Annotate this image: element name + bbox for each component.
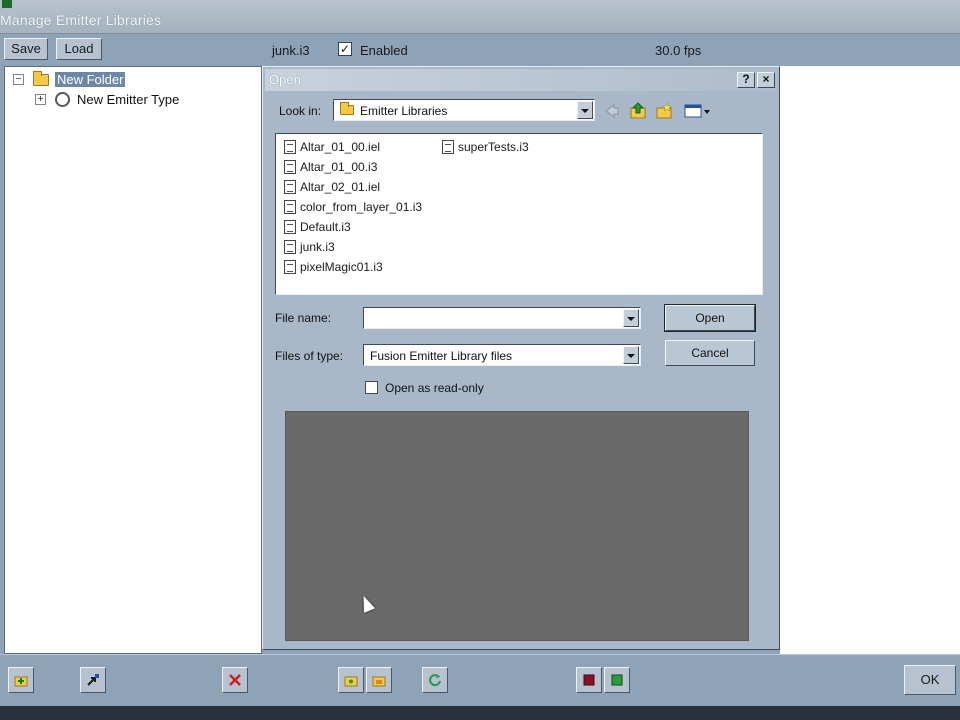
look-in-value: Emitter Libraries: [360, 104, 448, 118]
dialog-title: Open: [269, 72, 301, 87]
back-icon[interactable]: [603, 102, 621, 120]
folder-button-b[interactable]: [366, 667, 392, 693]
file-icon: [284, 200, 296, 214]
cancel-button[interactable]: Cancel: [665, 340, 755, 366]
file-icon: [284, 180, 296, 194]
folder-button-a[interactable]: [338, 667, 364, 693]
collapse-toggle-icon[interactable]: −: [13, 74, 24, 85]
tree-item-label: New Emitter Type: [77, 92, 180, 107]
chevron-down-icon[interactable]: [623, 309, 639, 327]
look-in-label: Look in:: [279, 104, 322, 118]
emitter-tree[interactable]: − New Folder + New Emitter Type: [4, 66, 262, 654]
file-name: Default.i3: [300, 220, 351, 234]
tree-item-label: New Folder: [55, 72, 126, 87]
view-menu-icon[interactable]: [683, 102, 711, 120]
read-only-label: Open as read-only: [385, 381, 484, 395]
file-name: color_from_layer_01.i3: [300, 200, 423, 214]
file-icon: [442, 140, 454, 154]
folder-open-icon: [372, 676, 386, 687]
expand-toggle-icon[interactable]: +: [35, 94, 46, 105]
open-button[interactable]: Open: [664, 304, 756, 332]
file-name: Altar_02_01.iel: [300, 180, 381, 194]
enabled-checkbox[interactable]: ✓: [338, 42, 352, 56]
help-button[interactable]: ?: [737, 72, 755, 88]
taskbar: [0, 706, 960, 720]
files-of-type-dropdown[interactable]: Fusion Emitter Library files: [363, 344, 641, 366]
record-red-button[interactable]: [576, 667, 602, 693]
add-folder-icon: [14, 676, 28, 687]
file-name: junk.i3: [300, 240, 335, 254]
refresh-icon: [429, 674, 441, 687]
file-icon: [284, 140, 296, 154]
files-of-type-value: Fusion Emitter Library files: [370, 349, 513, 363]
preview-pane: [285, 411, 749, 641]
look-in-dropdown[interactable]: Emitter Libraries: [333, 99, 595, 121]
file-name: Altar_01_00.iel: [300, 140, 381, 154]
file-icon: [284, 220, 296, 234]
chevron-down-icon[interactable]: [623, 346, 639, 364]
file-icon: [284, 260, 296, 274]
ok-button[interactable]: OK: [904, 665, 956, 695]
folder-icon: [33, 71, 49, 86]
import-icon: [87, 674, 99, 686]
file-icon: [284, 240, 296, 254]
refresh-button[interactable]: [422, 667, 448, 693]
app-icon: [2, 0, 12, 8]
file-list[interactable]: Altar_01_00.iel Altar_01_00.i3 Altar_02_…: [275, 133, 763, 295]
delete-icon: [229, 674, 241, 686]
main-toolbar: Save Load junk.i3 ✓ Enabled 30.0 fps: [0, 34, 960, 66]
enabled-label: Enabled: [360, 43, 408, 58]
red-square-icon: [583, 674, 595, 686]
file-name: superTests.i3: [458, 140, 529, 154]
save-button[interactable]: Save: [4, 38, 48, 60]
emitter-icon: [55, 92, 70, 107]
new-folder-icon[interactable]: [655, 102, 673, 120]
up-folder-icon[interactable]: [629, 102, 647, 120]
file-name: Altar_01_00.i3: [300, 160, 378, 174]
add-folder-button[interactable]: [8, 667, 34, 693]
load-button[interactable]: Load: [56, 38, 102, 60]
window-title: Manage Emitter Libraries: [0, 12, 162, 28]
folder-add-icon: [344, 676, 358, 687]
open-dialog: Open ? × Look in: Emitter Libraries Alta…: [262, 66, 780, 650]
current-file-name: junk.i3: [272, 43, 310, 58]
window-title-bar: Manage Emitter Libraries: [0, 0, 960, 34]
green-square-icon: [611, 674, 623, 686]
record-green-button[interactable]: [604, 667, 630, 693]
properties-panel: [780, 66, 960, 654]
bottom-toolbar: OK: [0, 654, 960, 706]
dialog-title-bar: Open ? ×: [265, 69, 777, 91]
files-of-type-label: Files of type:: [275, 349, 344, 363]
close-button[interactable]: ×: [757, 72, 775, 88]
folder-icon: [340, 102, 354, 115]
fps-readout: 30.0 fps: [655, 43, 702, 58]
chevron-down-icon[interactable]: [577, 101, 593, 119]
import-button[interactable]: [80, 667, 106, 693]
file-name-label: File name:: [275, 311, 332, 325]
file-icon: [284, 160, 296, 174]
read-only-checkbox[interactable]: [365, 381, 378, 394]
file-name: pixelMagic01.i3: [300, 260, 383, 274]
file-name-field[interactable]: [363, 307, 641, 329]
delete-button[interactable]: [222, 667, 248, 693]
